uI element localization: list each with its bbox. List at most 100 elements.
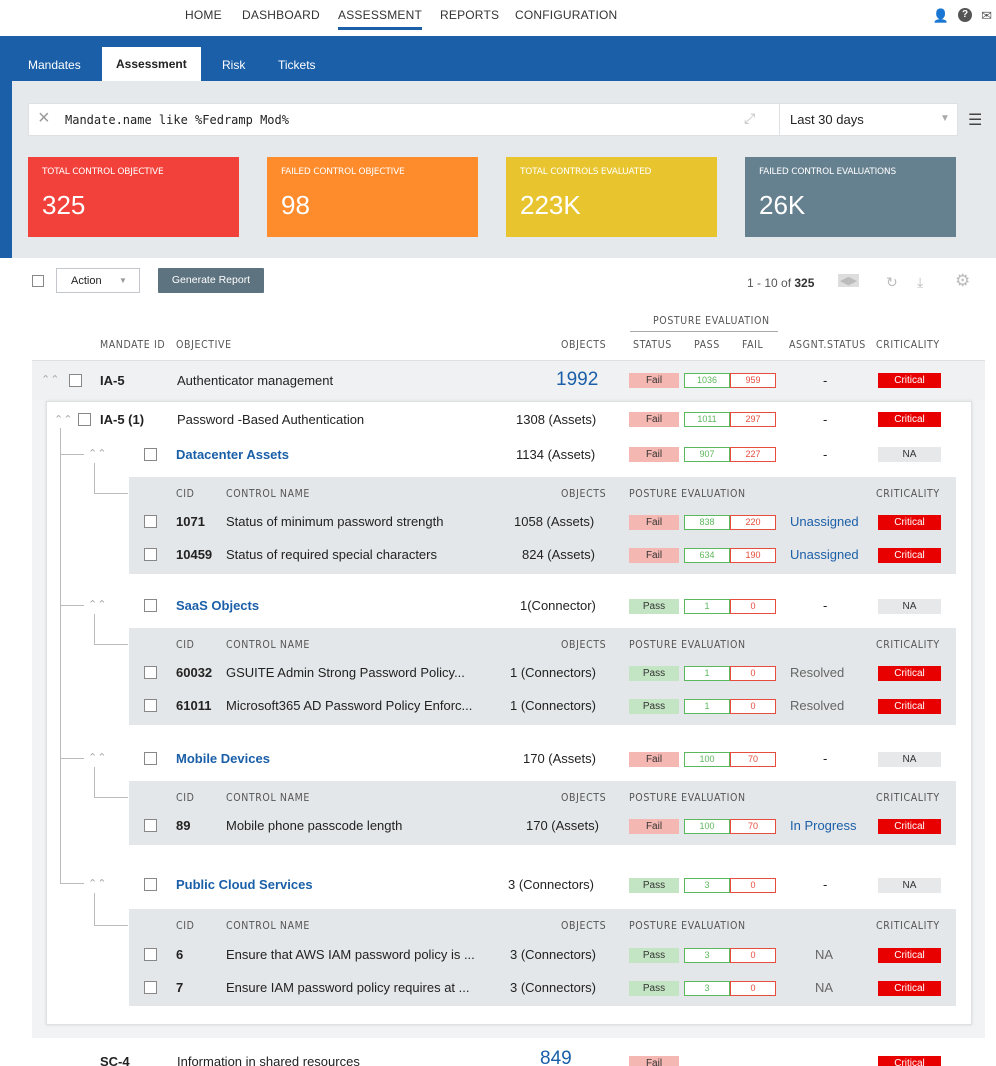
pass-count: 1011 bbox=[684, 412, 730, 427]
row-checkbox[interactable] bbox=[144, 599, 157, 612]
asgnt-status[interactable]: In Progress bbox=[790, 818, 856, 833]
control-name: GSUITE Admin Strong Password Policy... bbox=[226, 665, 465, 680]
tree-line bbox=[60, 883, 84, 884]
page-nav-icon[interactable]: ◀▶ bbox=[838, 274, 859, 287]
nav-assessment[interactable]: ASSESSMENT bbox=[338, 8, 423, 30]
row-checkbox[interactable] bbox=[144, 948, 157, 961]
row-checkbox[interactable] bbox=[69, 374, 82, 387]
refresh-icon[interactable]: ↻ bbox=[886, 274, 898, 291]
asgnt-status[interactable]: Resolved bbox=[790, 665, 844, 680]
chevron-down-icon: ▼ bbox=[119, 276, 127, 285]
select-all-checkbox[interactable] bbox=[32, 275, 44, 287]
row-checkbox[interactable] bbox=[144, 699, 157, 712]
generate-report-button[interactable]: Generate Report bbox=[158, 268, 264, 293]
top-nav: HOME DASHBOARD ASSESSMENT REPORTS CONFIG… bbox=[0, 0, 996, 36]
row-checkbox[interactable] bbox=[144, 819, 157, 832]
tab-tickets[interactable]: Tickets bbox=[278, 58, 316, 72]
gear-icon[interactable]: ⚙ bbox=[955, 271, 970, 291]
criticality-badge: Critical bbox=[878, 666, 941, 681]
header-criticality: CRITICALITY bbox=[876, 639, 940, 651]
row-checkbox[interactable] bbox=[144, 878, 157, 891]
card-label: FAILED CONTROL EVALUATIONS bbox=[759, 167, 896, 177]
asgnt-status[interactable]: Resolved bbox=[790, 698, 844, 713]
download-icon[interactable]: ⤓ bbox=[917, 274, 923, 291]
tree-line bbox=[60, 758, 84, 759]
row-checkbox[interactable] bbox=[78, 413, 91, 426]
tab-mandates[interactable]: Mandates bbox=[28, 58, 81, 72]
tab-risk[interactable]: Risk bbox=[222, 58, 245, 72]
menu-icon[interactable]: ☰ bbox=[968, 110, 982, 130]
action-dropdown[interactable]: Action ▼ bbox=[56, 268, 140, 293]
pass-count: 1 bbox=[684, 599, 730, 614]
group-name[interactable]: Mobile Devices bbox=[176, 751, 270, 766]
row-checkbox[interactable] bbox=[144, 448, 157, 461]
header-objects: OBJECTS bbox=[561, 792, 607, 804]
card-total-control-objective[interactable]: TOTAL CONTROL OBJECTIVE 325 bbox=[28, 157, 239, 237]
header-objects: OBJECTS bbox=[561, 920, 607, 932]
user-icon[interactable]: 👤 bbox=[933, 8, 949, 24]
help-icon[interactable]: ? bbox=[958, 8, 973, 22]
criticality-badge: NA bbox=[878, 878, 941, 893]
criticality-badge: Critical bbox=[878, 981, 941, 996]
group-name[interactable]: SaaS Objects bbox=[176, 598, 259, 613]
header-control-name: CONTROL NAME bbox=[226, 639, 310, 651]
group-name[interactable]: Public Cloud Services bbox=[176, 877, 313, 892]
asgnt-status[interactable]: NA bbox=[815, 947, 833, 962]
control-name: Mobile phone passcode length bbox=[226, 818, 403, 833]
header-posture: POSTURE EVALUATION bbox=[629, 920, 746, 932]
nav-dashboard[interactable]: DASHBOARD bbox=[242, 8, 320, 22]
collapse-icon[interactable]: ⌃⌃ bbox=[88, 447, 106, 460]
cid: 10459 bbox=[176, 547, 213, 562]
pass-count: 1036 bbox=[684, 373, 730, 388]
objects-count: 1 (Connectors) bbox=[510, 698, 596, 713]
clear-icon[interactable]: × bbox=[38, 107, 50, 130]
objects-count[interactable]: 1992 bbox=[556, 369, 598, 391]
row-checkbox[interactable] bbox=[144, 981, 157, 994]
asgnt-status[interactable]: NA bbox=[815, 980, 833, 995]
expand-icon[interactable]: ⤢ bbox=[744, 110, 755, 127]
control-name: Ensure that AWS IAM password policy is .… bbox=[226, 947, 475, 962]
fail-count: 0 bbox=[730, 981, 776, 996]
objects-count: 1134 (Assets) bbox=[516, 447, 596, 462]
objects-count[interactable]: 849 bbox=[540, 1050, 572, 1066]
fail-count: 0 bbox=[730, 699, 776, 714]
table-row[interactable] bbox=[32, 360, 985, 400]
objects-count: 170 (Assets) bbox=[523, 751, 596, 766]
collapse-icon[interactable]: ⌃⌃ bbox=[88, 598, 106, 611]
pass-count: 634 bbox=[684, 548, 730, 563]
mail-icon[interactable]: ✉ bbox=[981, 8, 992, 24]
search-query-input[interactable]: Mandate.name like %Fedramp Mod% bbox=[65, 113, 289, 127]
card-label: TOTAL CONTROLS EVALUATED bbox=[520, 167, 652, 177]
nav-reports[interactable]: REPORTS bbox=[440, 8, 499, 22]
asgnt-status[interactable]: Unassigned bbox=[790, 547, 859, 562]
collapse-icon[interactable]: ⌃⌃ bbox=[88, 877, 106, 890]
date-range-select[interactable]: Last 30 days ▼ bbox=[779, 104, 959, 135]
card-value: 223K bbox=[520, 190, 581, 220]
nav-configuration[interactable]: CONFIGURATION bbox=[515, 8, 617, 22]
card-total-controls-evaluated[interactable]: TOTAL CONTROLS EVALUATED 223K bbox=[506, 157, 717, 237]
card-label: FAILED CONTROL OBJECTIVE bbox=[281, 167, 405, 177]
card-failed-control-objective[interactable]: FAILED CONTROL OBJECTIVE 98 bbox=[267, 157, 478, 237]
tree-line bbox=[94, 463, 95, 493]
row-checkbox[interactable] bbox=[144, 515, 157, 528]
collapse-icon[interactable]: ⌃⌃ bbox=[54, 413, 72, 426]
tab-assessment[interactable]: Assessment bbox=[102, 47, 201, 81]
collapse-icon[interactable]: ⌃⌃ bbox=[41, 373, 59, 386]
group-name[interactable]: Datacenter Assets bbox=[176, 447, 289, 462]
row-checkbox[interactable] bbox=[144, 548, 157, 561]
criticality-badge: Critical bbox=[878, 548, 941, 563]
cid: 6 bbox=[176, 947, 184, 962]
filter-bar: × Mandate.name like %Fedramp Mod% ⤢ Last… bbox=[28, 103, 958, 136]
collapse-icon[interactable]: ⌃⌃ bbox=[88, 751, 106, 764]
criticality-badge: NA bbox=[878, 599, 941, 614]
header-objects: OBJECTS bbox=[561, 339, 607, 351]
nav-home[interactable]: HOME bbox=[185, 8, 222, 22]
card-failed-control-evaluations[interactable]: FAILED CONTROL EVALUATIONS 26K bbox=[745, 157, 956, 237]
table-row[interactable]: SC-4 Information in shared resources 849… bbox=[32, 1050, 985, 1066]
control-name: Microsoft365 AD Password Policy Enforc..… bbox=[226, 698, 473, 713]
cid: 1071 bbox=[176, 514, 205, 529]
asgnt-status[interactable]: Unassigned bbox=[790, 514, 859, 529]
row-checkbox[interactable] bbox=[144, 752, 157, 765]
tree-line bbox=[94, 644, 128, 645]
row-checkbox[interactable] bbox=[144, 666, 157, 679]
